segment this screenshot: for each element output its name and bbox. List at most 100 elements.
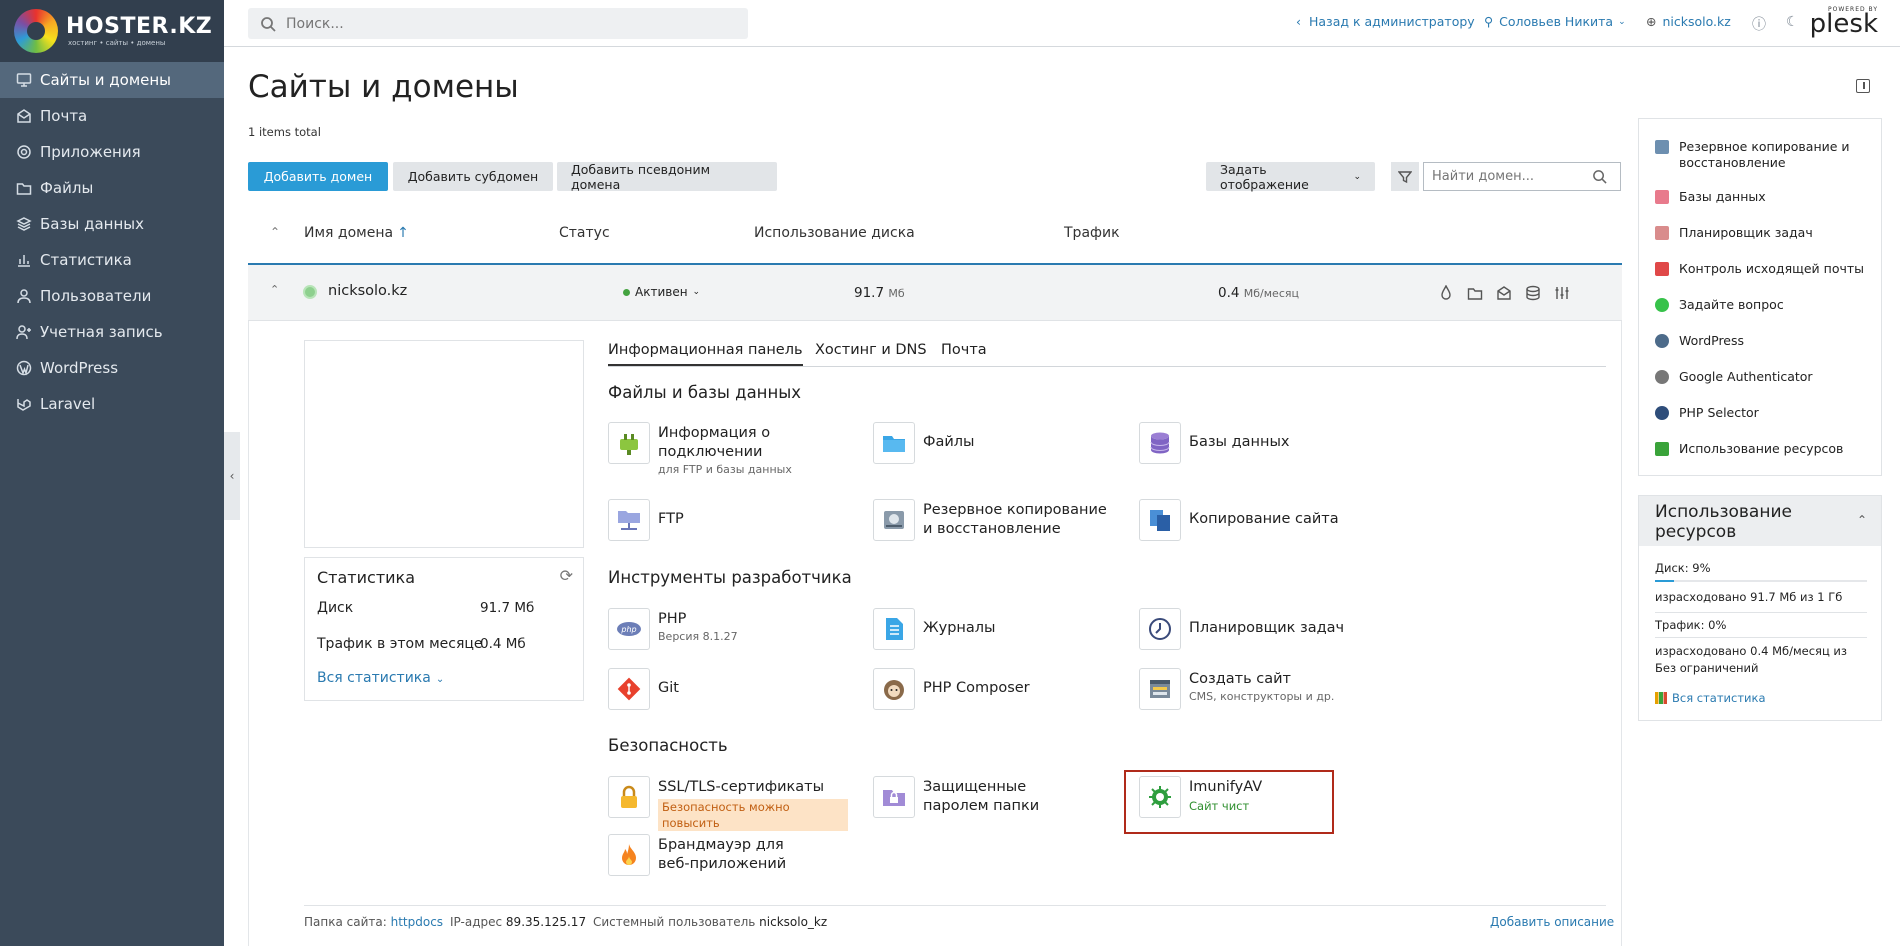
domain-search[interactable] [1423, 162, 1621, 191]
database-icon[interactable] [1525, 285, 1541, 301]
sidebar-item-label: Статистика [40, 251, 132, 269]
tool-label: FTP [658, 511, 684, 527]
column-header-name[interactable]: Имя домена ↑ [304, 225, 409, 241]
account-icon [16, 324, 32, 340]
sidebar-item-apps[interactable]: Приложения [0, 134, 224, 170]
search-icon[interactable] [1592, 169, 1607, 184]
right-link-label: PHP Selector [1679, 405, 1759, 420]
right-link-label: Контроль исходящей почты [1679, 261, 1865, 276]
folder-link[interactable]: httpdocs [391, 915, 443, 929]
site-preview[interactable] [304, 340, 584, 548]
tool-files[interactable]: Файлы [873, 422, 1113, 470]
composer-icon [873, 668, 915, 710]
add-subdomain-button[interactable]: Добавить субдомен [393, 162, 553, 191]
sidebar-item-label: Пользователи [40, 287, 152, 305]
tool-logs[interactable]: Журналы [873, 608, 1113, 656]
right-link-google-auth[interactable]: Google Authenticator [1655, 369, 1875, 385]
tool-label: SSL/TLS-сертификаты [658, 779, 825, 795]
right-link-php-selector[interactable]: PHP Selector [1655, 405, 1875, 421]
tool-protected-dirs[interactable]: Защищенные паролем папки [873, 776, 1113, 824]
sidebar-item-users[interactable]: Пользователи [0, 278, 224, 314]
panel-toggle-icon[interactable] [1856, 79, 1870, 93]
add-description-link[interactable]: Добавить описание [1490, 915, 1614, 929]
add-description-label[interactable]: Добавить описание [1490, 915, 1614, 929]
collapse-all-icon[interactable]: ⌃ [270, 225, 280, 239]
table-row: ⌃ nicksolo.kz Активен ⌄ 91.7 Мб 0.4 Мб/ме… [248, 265, 1622, 321]
tool-databases[interactable]: Базы данных [1139, 422, 1379, 470]
stats-card: Статистика ⟳ Диск 91.7 Мб Трафик в этом … [304, 557, 584, 701]
user-menu[interactable]: ⚲ Соловьев Никита ⌄ [1484, 14, 1626, 29]
view-mode-button[interactable]: Задать отображение ⌄ [1206, 162, 1375, 192]
traffic-used-text: израсходовано 0.4 Мб/месяц из Без ограни… [1655, 644, 1848, 675]
right-link-outgoing-mail[interactable]: Контроль исходящей почты [1655, 261, 1875, 277]
column-header-traffic[interactable]: Трафик [1064, 225, 1120, 241]
traffic-usage: 0.4 Мб/месяц [1218, 285, 1299, 301]
domain-name-link[interactable]: nicksolo.kz [328, 283, 407, 299]
right-link-databases[interactable]: Базы данных [1655, 189, 1875, 205]
status-dropdown[interactable]: Активен ⌄ [623, 285, 700, 299]
disk-usage: 91.7 Мб [854, 285, 905, 301]
column-header-status[interactable]: Статус [559, 225, 610, 241]
resource-usage-header[interactable]: Использование ресурсов ⌃ [1639, 496, 1881, 546]
tool-composer[interactable]: PHP Composer [873, 668, 1113, 716]
tab-hosting-dns[interactable]: Хостинг и DNS [815, 342, 927, 364]
tool-ssl[interactable]: SSL/TLS-сертификаты Безопасность можно по… [608, 776, 848, 831]
sidebar-item-account[interactable]: Учетная запись [0, 314, 224, 350]
ip-value: 89.35.125.17 [505, 915, 587, 929]
right-link-resource-usage[interactable]: Использование ресурсов [1655, 441, 1875, 457]
tab-dashboard[interactable]: Информационная панель [608, 342, 803, 366]
tool-waf[interactable]: Брандмауэр для веб-приложений [608, 834, 848, 882]
lock-icon [608, 776, 650, 818]
tool-scheduler[interactable]: Планировщик задач [1139, 608, 1379, 656]
tool-sub: Версия 8.1.27 [658, 630, 738, 643]
tool-php[interactable]: php PHP Версия 8.1.27 [608, 608, 848, 656]
domain-search-input[interactable] [1432, 169, 1592, 184]
sidebar-item-mail[interactable]: Почта [0, 98, 224, 134]
mail-icon [16, 108, 32, 124]
tool-create-site[interactable]: Создать сайт CMS, конструкторы и др. [1139, 668, 1379, 716]
filter-button[interactable] [1391, 162, 1419, 191]
sidebar-item-laravel[interactable]: Laravel [0, 386, 224, 422]
theme-toggle-icon[interactable]: ☾ [1786, 14, 1799, 30]
folder-icon[interactable] [1467, 285, 1483, 301]
tool-site-copy[interactable]: Копирование сайта [1139, 499, 1379, 547]
refresh-icon[interactable]: ⟳ [560, 566, 573, 585]
all-stats-link[interactable]: Вся статистика ⌄ [317, 670, 444, 686]
global-search[interactable] [248, 8, 748, 39]
right-link-backup[interactable]: Резервное копирование и восстановление [1655, 139, 1875, 171]
help-icon[interactable]: ⓘ [1752, 14, 1766, 34]
sidebar-item-wordpress[interactable]: WordPress [0, 350, 224, 386]
sidebar-item-label: WordPress [40, 359, 119, 377]
logo-icon [14, 9, 58, 53]
database-icon [1655, 190, 1669, 204]
column-header-disk[interactable]: Использование диска [754, 225, 915, 241]
add-domain-button[interactable]: Добавить домен [248, 162, 388, 191]
mail-icon[interactable] [1496, 285, 1512, 301]
add-alias-button[interactable]: Добавить псевдоним домена [557, 162, 777, 192]
git-icon [608, 668, 650, 710]
all-stats-link[interactable]: Вся статистика [1655, 691, 1766, 705]
back-label: Назад к администратору [1309, 14, 1475, 29]
tool-ftp[interactable]: FTP [608, 499, 848, 547]
chevron-up-icon[interactable]: ⌃ [270, 283, 279, 296]
tab-mail[interactable]: Почта [941, 342, 987, 364]
tool-git[interactable]: Git [608, 668, 848, 716]
back-to-admin-link[interactable]: ‹ Назад к администратору [1296, 14, 1475, 29]
right-link-wordpress[interactable]: WordPress [1655, 333, 1875, 349]
sidebar-item-files[interactable]: Файлы [0, 170, 224, 206]
brand-logo[interactable]: HOSTER.KZ хостинг • сайты • домены [0, 0, 224, 62]
tool-sub: CMS, конструкторы и др. [1189, 690, 1335, 703]
drop-icon[interactable] [1438, 285, 1454, 301]
sidebar-item-sites[interactable]: Сайты и домены [0, 62, 224, 98]
right-link-ask-question[interactable]: Задайте вопрос [1655, 297, 1875, 313]
tool-connection-info[interactable]: Информация о подключении для FTP и базы д… [608, 422, 848, 476]
domain-link[interactable]: ⊕ nicksolo.kz [1646, 14, 1731, 29]
right-link-scheduler[interactable]: Планировщик задач [1655, 225, 1875, 241]
search-input[interactable] [286, 15, 726, 32]
disk-unit: Мб [888, 287, 905, 300]
settings-sliders-icon[interactable] [1554, 285, 1570, 301]
sidebar-item-databases[interactable]: Базы данных [0, 206, 224, 242]
traffic-usage-label: Трафик: 0% [1655, 618, 1727, 632]
tool-backup[interactable]: Резервное копирование и восстановление [873, 499, 1113, 547]
sidebar-item-statistics[interactable]: Статистика [0, 242, 224, 278]
